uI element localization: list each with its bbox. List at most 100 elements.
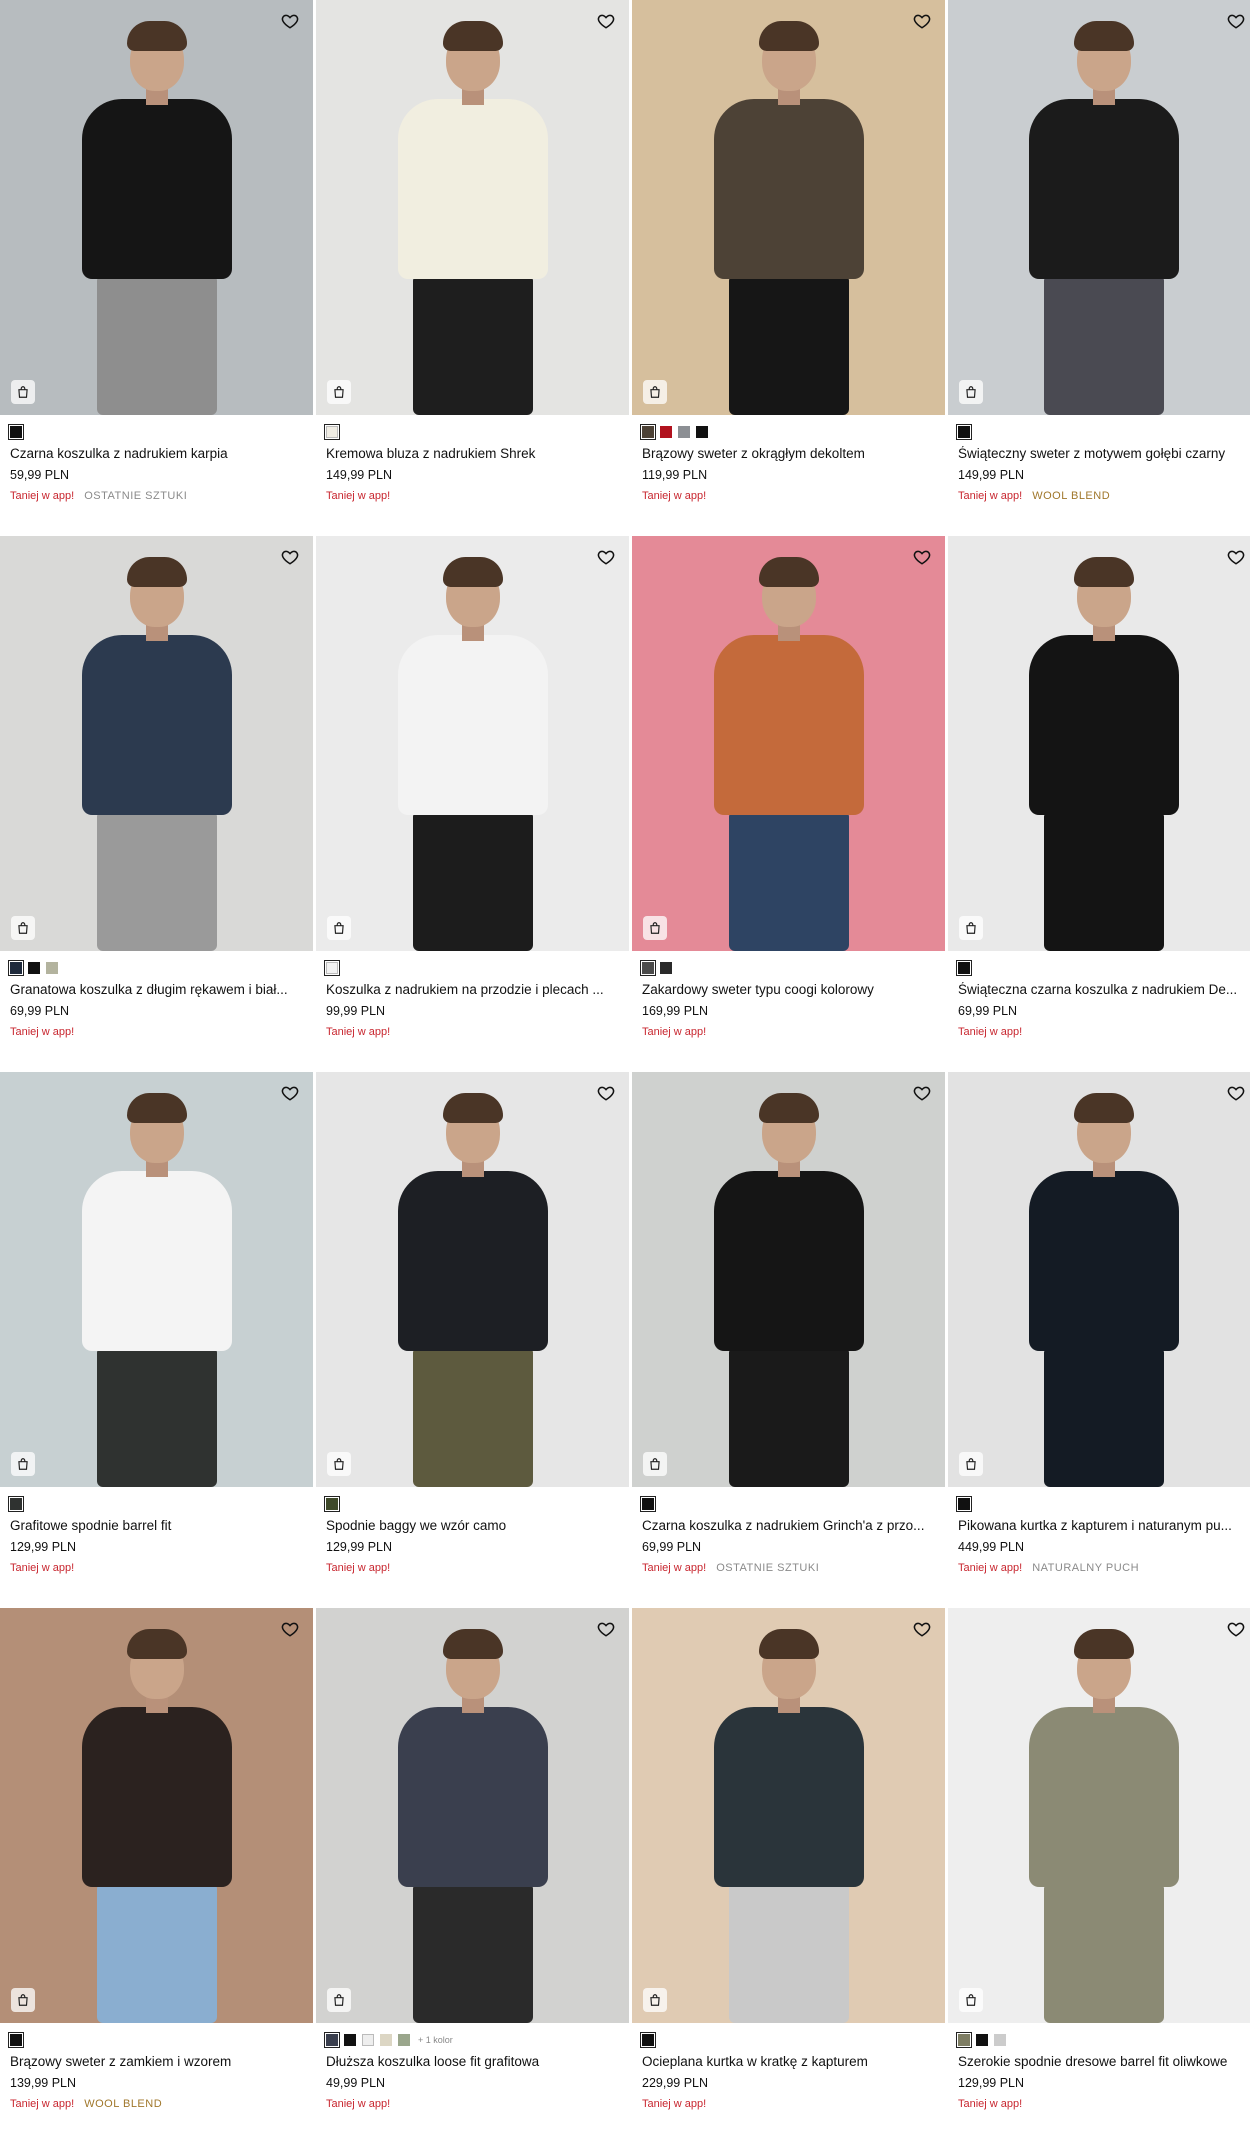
product-photo[interactable]: [632, 1608, 945, 2023]
color-swatch[interactable]: [8, 2032, 24, 2048]
product-name[interactable]: Granatowa koszulka z długim rękawem i bi…: [10, 982, 303, 997]
shopping-bag-icon[interactable]: [643, 1452, 667, 1476]
product-card[interactable]: Szerokie spodnie dresowe barrel fit oliw…: [948, 1608, 1250, 2144]
product-name[interactable]: Pikowana kurtka z kapturem i naturanym p…: [958, 1518, 1249, 1533]
product-card[interactable]: Zakardowy sweter typu coogi kolorowy 169…: [632, 536, 945, 1072]
product-card[interactable]: Brązowy sweter z zamkiem i wzorem 139,99…: [0, 1608, 313, 2144]
heart-icon[interactable]: [595, 548, 617, 570]
product-card[interactable]: + 1 kolor Dłuższa koszulka loose fit gra…: [316, 1608, 629, 2144]
product-name[interactable]: Koszulka z nadrukiem na przodzie i pleca…: [326, 982, 619, 997]
color-swatch[interactable]: [640, 1496, 656, 1512]
product-name[interactable]: Świąteczny sweter z motywem gołębi czarn…: [958, 446, 1249, 461]
product-photo[interactable]: [316, 536, 629, 951]
shopping-bag-icon[interactable]: [643, 1988, 667, 2012]
shopping-bag-icon[interactable]: [959, 1452, 983, 1476]
product-name[interactable]: Kremowa bluza z nadrukiem Shrek: [326, 446, 619, 461]
heart-icon[interactable]: [911, 548, 933, 570]
color-swatch[interactable]: [696, 426, 708, 438]
shopping-bag-icon[interactable]: [11, 916, 35, 940]
heart-icon[interactable]: [1225, 548, 1247, 570]
shopping-bag-icon[interactable]: [643, 380, 667, 404]
color-swatch[interactable]: [640, 960, 656, 976]
color-swatch[interactable]: [956, 2032, 972, 2048]
shopping-bag-icon[interactable]: [959, 380, 983, 404]
product-name[interactable]: Ocieplana kurtka w kratkę z kapturem: [642, 2054, 935, 2069]
color-swatch[interactable]: [678, 426, 690, 438]
product-photo[interactable]: [0, 1072, 313, 1487]
heart-icon[interactable]: [911, 1084, 933, 1106]
product-name[interactable]: Brązowy sweter z okrągłym dekoltem: [642, 446, 935, 461]
color-swatch[interactable]: [640, 424, 656, 440]
heart-icon[interactable]: [279, 12, 301, 34]
heart-icon[interactable]: [279, 1084, 301, 1106]
color-swatch[interactable]: [8, 960, 24, 976]
heart-icon[interactable]: [1225, 1620, 1247, 1642]
color-swatch[interactable]: [956, 424, 972, 440]
product-photo[interactable]: [948, 0, 1250, 415]
color-swatch[interactable]: [324, 424, 340, 440]
color-swatch[interactable]: [28, 962, 40, 974]
product-card[interactable]: Świąteczna czarna koszulka z nadrukiem D…: [948, 536, 1250, 1072]
heart-icon[interactable]: [279, 548, 301, 570]
product-card[interactable]: Brązowy sweter z okrągłym dekoltem 119,9…: [632, 0, 945, 536]
product-name[interactable]: Grafitowe spodnie barrel fit: [10, 1518, 303, 1533]
product-card[interactable]: Grafitowe spodnie barrel fit 129,99 PLN …: [0, 1072, 313, 1608]
product-name[interactable]: Czarna koszulka z nadrukiem karpia: [10, 446, 303, 461]
product-card[interactable]: Świąteczny sweter z motywem gołębi czarn…: [948, 0, 1250, 536]
heart-icon[interactable]: [1225, 12, 1247, 34]
shopping-bag-icon[interactable]: [11, 1452, 35, 1476]
product-card[interactable]: Ocieplana kurtka w kratkę z kapturem 229…: [632, 1608, 945, 2144]
color-swatch[interactable]: [324, 1496, 340, 1512]
shopping-bag-icon[interactable]: [327, 380, 351, 404]
product-name[interactable]: Brązowy sweter z zamkiem i wzorem: [10, 2054, 303, 2069]
color-swatch[interactable]: [380, 2034, 392, 2046]
product-photo[interactable]: [316, 1608, 629, 2023]
product-name[interactable]: Dłuższa koszulka loose fit grafitowa: [326, 2054, 619, 2069]
color-swatch[interactable]: [8, 1496, 24, 1512]
product-name[interactable]: Zakardowy sweter typu coogi kolorowy: [642, 982, 935, 997]
shopping-bag-icon[interactable]: [959, 1988, 983, 2012]
shopping-bag-icon[interactable]: [327, 916, 351, 940]
product-photo[interactable]: [948, 536, 1250, 951]
color-swatch[interactable]: [660, 962, 672, 974]
heart-icon[interactable]: [911, 12, 933, 34]
shopping-bag-icon[interactable]: [11, 380, 35, 404]
color-swatch[interactable]: [46, 962, 58, 974]
product-photo[interactable]: [632, 0, 945, 415]
product-photo[interactable]: [0, 0, 313, 415]
shopping-bag-icon[interactable]: [643, 916, 667, 940]
color-swatch[interactable]: [398, 2034, 410, 2046]
product-name[interactable]: Czarna koszulka z nadrukiem Grinch'a z p…: [642, 1518, 935, 1533]
color-swatch[interactable]: [324, 960, 340, 976]
shopping-bag-icon[interactable]: [327, 1452, 351, 1476]
color-swatch[interactable]: [324, 2032, 340, 2048]
color-swatch[interactable]: [8, 424, 24, 440]
product-card[interactable]: Czarna koszulka z nadrukiem karpia 59,99…: [0, 0, 313, 536]
shopping-bag-icon[interactable]: [11, 1988, 35, 2012]
color-swatch[interactable]: [640, 2032, 656, 2048]
product-name[interactable]: Świąteczna czarna koszulka z nadrukiem D…: [958, 982, 1249, 997]
heart-icon[interactable]: [911, 1620, 933, 1642]
product-photo[interactable]: [316, 0, 629, 415]
heart-icon[interactable]: [595, 12, 617, 34]
color-swatch[interactable]: [976, 2034, 988, 2046]
color-swatch[interactable]: [362, 2034, 374, 2046]
color-swatch[interactable]: [994, 2034, 1006, 2046]
shopping-bag-icon[interactable]: [327, 1988, 351, 2012]
product-photo[interactable]: [948, 1608, 1250, 2023]
heart-icon[interactable]: [595, 1084, 617, 1106]
product-photo[interactable]: [316, 1072, 629, 1487]
heart-icon[interactable]: [595, 1620, 617, 1642]
product-name[interactable]: Spodnie baggy we wzór camo: [326, 1518, 619, 1533]
color-swatch[interactable]: [956, 1496, 972, 1512]
color-swatch[interactable]: [660, 426, 672, 438]
product-card[interactable]: Granatowa koszulka z długim rękawem i bi…: [0, 536, 313, 1072]
product-card[interactable]: Koszulka z nadrukiem na przodzie i pleca…: [316, 536, 629, 1072]
color-swatch[interactable]: [956, 960, 972, 976]
product-photo[interactable]: [632, 536, 945, 951]
shopping-bag-icon[interactable]: [959, 916, 983, 940]
product-photo[interactable]: [632, 1072, 945, 1487]
color-swatch[interactable]: [344, 2034, 356, 2046]
product-name[interactable]: Szerokie spodnie dresowe barrel fit oliw…: [958, 2054, 1249, 2069]
product-card[interactable]: Kremowa bluza z nadrukiem Shrek 149,99 P…: [316, 0, 629, 536]
